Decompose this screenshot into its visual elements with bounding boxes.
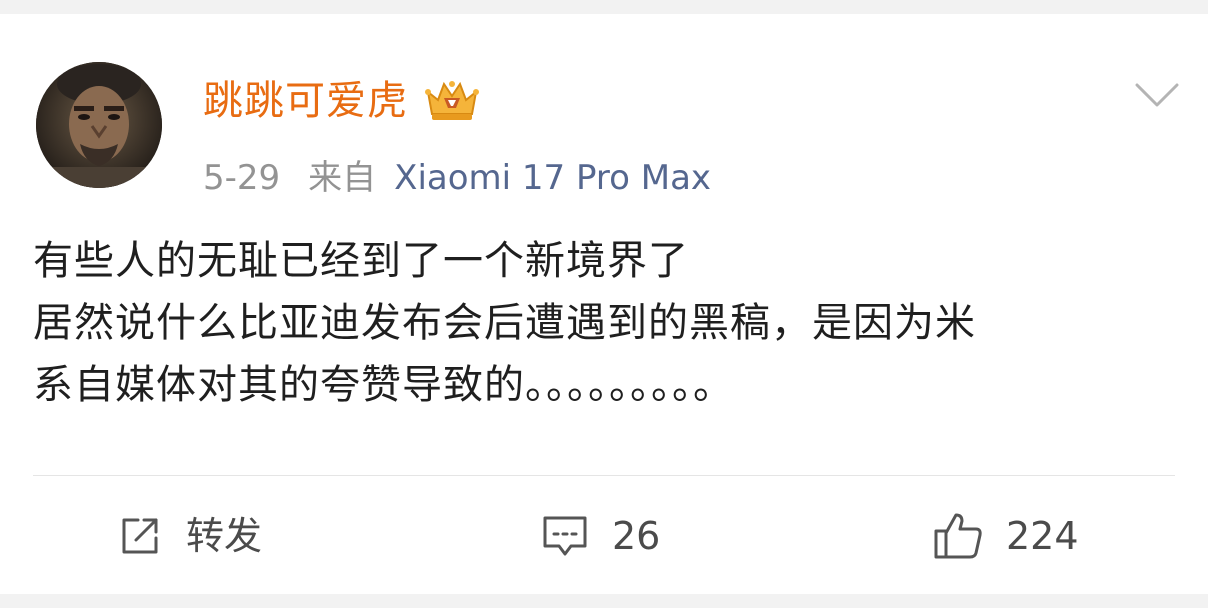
- source-device[interactable]: Xiaomi 17 Pro Max: [394, 161, 711, 195]
- repost-button[interactable]: 转发: [116, 500, 262, 572]
- thumbs-up-icon: [932, 511, 984, 561]
- post-content: 有些人的无耻已经到了一个新境界了 居然说什么比亚迪发布会后遭遇到的黑稿，是因为米…: [33, 230, 1183, 416]
- repost-icon: [116, 512, 164, 560]
- repost-label: 转发: [186, 514, 263, 558]
- bottom-divider: [0, 594, 1208, 608]
- author-name[interactable]: 跳跳可爱虎: [203, 81, 408, 121]
- avatar-image: [36, 62, 162, 188]
- content-line: 有些人的无耻已经到了一个新境界了: [33, 238, 689, 284]
- like-button[interactable]: 224: [932, 500, 1079, 572]
- author-row: 跳跳可爱虎: [203, 74, 482, 128]
- action-bar: 转发 26 224: [0, 500, 1208, 572]
- source-prefix: 来自: [308, 158, 377, 198]
- comment-button[interactable]: 26: [540, 500, 660, 572]
- post-meta: 5-29 来自 Xiaomi 17 Pro Max: [203, 154, 711, 202]
- vip-crown-badge-icon[interactable]: [422, 78, 482, 124]
- comment-count: 26: [612, 514, 661, 558]
- weibo-post-card: 跳跳可爱虎 5-29 来自 Xiaomi 17 Pro Max 有些人的无耻已经…: [0, 0, 1208, 608]
- top-divider: [0, 0, 1208, 14]
- avatar[interactable]: [36, 62, 162, 188]
- post-date: 5-29: [203, 158, 281, 198]
- chevron-down-icon[interactable]: [1134, 80, 1180, 110]
- content-line: 居然说什么比亚迪发布会后遭遇到的黑稿，是因为米: [33, 300, 976, 346]
- content-line: 系自媒体对其的夸赞导致的。。。。。。。。。: [33, 362, 734, 408]
- like-count: 224: [1006, 514, 1079, 558]
- actions-divider: [33, 475, 1175, 476]
- comment-icon: [540, 512, 590, 560]
